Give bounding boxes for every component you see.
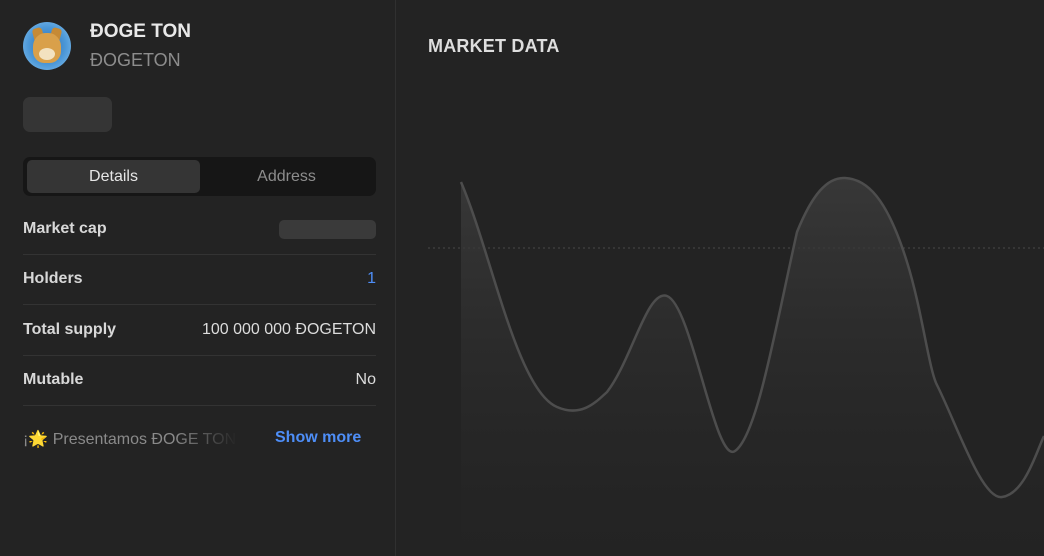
tab-details[interactable]: Details xyxy=(27,160,200,193)
action-button-placeholder[interactable] xyxy=(23,97,112,132)
holders-link[interactable]: 1 xyxy=(367,270,376,288)
market-cap-loading-placeholder xyxy=(279,220,376,239)
detail-tabs: Details Address xyxy=(23,157,376,196)
avatar-muzzle xyxy=(39,48,55,60)
show-more-link[interactable]: Show more xyxy=(275,429,361,447)
total-supply-value: 100 000 000 ĐOGETON xyxy=(201,321,376,338)
token-name: ĐOGE TON xyxy=(90,21,191,42)
token-page: ĐOGE TON ĐOGETON Details Address Market … xyxy=(0,0,1044,556)
chart-area xyxy=(461,177,1044,556)
detail-key: Market cap xyxy=(23,220,107,237)
detail-row-total-supply: Total supply 100 000 000 ĐOGETON xyxy=(23,306,376,356)
detail-key: Mutable xyxy=(23,371,84,388)
tab-address[interactable]: Address xyxy=(200,160,373,193)
market-chart xyxy=(428,176,1044,556)
token-info-panel: ĐOGE TON ĐOGETON Details Address Market … xyxy=(0,0,396,556)
market-data-panel: MARKET DATA xyxy=(397,0,1044,556)
token-symbol: ĐOGETON xyxy=(90,50,181,70)
token-avatar xyxy=(23,22,71,70)
mutable-value: No xyxy=(355,371,376,388)
detail-row-holders: Holders 1 xyxy=(23,255,376,305)
detail-row-mutable: Mutable No xyxy=(23,356,376,406)
detail-key: Holders xyxy=(23,270,83,287)
token-description: ¡🌟 Presentamos ĐOGE TON xyxy=(23,431,237,448)
detail-key: Total supply xyxy=(23,321,117,338)
detail-row-market-cap: Market cap xyxy=(23,205,376,255)
